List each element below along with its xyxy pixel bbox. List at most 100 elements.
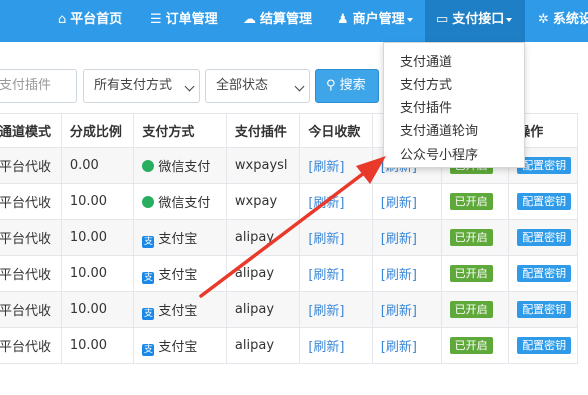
cell-ratio: 10.00 — [60, 291, 135, 328]
payment-method-select[interactable]: 所有支付方式 — [83, 69, 200, 103]
cell-today: [刷新] — [299, 255, 373, 292]
configure-key-button[interactable]: 配置密钥 — [517, 301, 572, 318]
cell-method: 支支付宝 — [133, 255, 227, 292]
cell-ratio: 10.00 — [60, 327, 135, 364]
refresh-link[interactable]: [刷新] — [381, 196, 417, 211]
cell-action: 配置密钥 — [508, 255, 578, 292]
cell-plugin: alipay — [225, 255, 301, 292]
nav-item-merchants[interactable]: ♟ 商户管理 — [337, 0, 413, 42]
cell-plugin: alipay — [225, 219, 301, 256]
status-toggle[interactable]: 已开启 — [449, 193, 493, 210]
configure-key-button[interactable]: 配置密钥 — [517, 229, 572, 246]
table-row: 平台代收 10.00 支支付宝 alipay [刷新] [刷新] 已开启 配置密… — [0, 291, 578, 328]
refresh-link[interactable]: [刷新] — [308, 160, 344, 175]
configure-key-button[interactable]: 配置密钥 — [517, 157, 572, 174]
status-toggle[interactable]: 已开启 — [449, 337, 493, 354]
cell-mode: 平台代收 — [0, 255, 62, 292]
configure-key-button[interactable]: 配置密钥 — [517, 337, 572, 354]
alipay-icon: 支 — [142, 235, 155, 248]
menu-item-payment-channel[interactable]: 支付通道 — [400, 51, 452, 70]
alipay-icon: 支 — [142, 307, 155, 320]
cell-yesterday: [刷新] — [371, 327, 442, 364]
chevron-down-icon — [406, 17, 413, 22]
menu-item-channel-polling[interactable]: 支付通道轮询 — [400, 120, 478, 139]
cell-action: 配置密钥 — [508, 291, 578, 328]
cell-action: 配置密钥 — [508, 219, 578, 256]
top-navbar: ⌂ 平台首页 ☰ 订单管理 ☁ 结算管理 ♟ 商户管理 ▭ 支付接口 ✲ 系统设 — [0, 0, 588, 42]
nav-item-orders[interactable]: ☰ 订单管理 — [150, 0, 218, 42]
status-toggle[interactable]: 已开启 — [449, 265, 493, 282]
cell-plugin: wxpay — [225, 183, 301, 220]
menu-item-mini-program[interactable]: 公众号小程序 — [400, 144, 478, 163]
search-button[interactable]: ⚲ 搜索 — [315, 69, 379, 103]
refresh-link[interactable]: [刷新] — [381, 340, 417, 355]
cell-plugin: alipay — [225, 327, 301, 364]
refresh-link[interactable]: [刷新] — [308, 232, 344, 247]
refresh-link[interactable]: [刷新] — [308, 304, 344, 319]
col-header-method: 支付方式 — [133, 113, 227, 148]
cell-method: 微信支付 — [133, 183, 227, 220]
chevron-down-icon — [506, 17, 513, 22]
card-icon: ▭ — [436, 12, 449, 27]
menu-item-payment-method[interactable]: 支付方式 — [400, 74, 452, 93]
cell-status: 已开启 — [440, 183, 510, 220]
col-header-today: 今日收款 — [299, 113, 373, 148]
cell-yesterday: [刷新] — [371, 255, 442, 292]
cell-status: 已开启 — [440, 291, 510, 328]
status-toggle[interactable]: 已开启 — [449, 229, 493, 246]
cell-mode: 平台代收 — [0, 327, 62, 364]
refresh-link[interactable]: [刷新] — [308, 196, 344, 211]
table-row: 平台代收 10.00 支支付宝 alipay [刷新] [刷新] 已开启 配置密… — [0, 219, 578, 256]
cell-method: 支支付宝 — [133, 327, 227, 364]
alipay-icon: 支 — [142, 271, 155, 284]
col-header-plugin: 支付插件 — [225, 113, 301, 148]
cell-ratio: 10.00 — [60, 255, 135, 292]
nav-item-home[interactable]: ⌂ 平台首页 — [58, 0, 122, 42]
table-row: 平台代收 10.00 支支付宝 alipay [刷新] [刷新] 已开启 配置密… — [0, 327, 578, 364]
alipay-icon: 支 — [142, 343, 155, 356]
plugin-search-input[interactable]: 支付插件 — [0, 69, 77, 103]
nav-item-system[interactable]: ✲ 系统设 — [538, 0, 588, 42]
configure-key-button[interactable]: 配置密钥 — [517, 193, 572, 210]
refresh-link[interactable]: [刷新] — [381, 304, 417, 319]
refresh-link[interactable]: [刷新] — [308, 268, 344, 283]
table-row: 平台代收 10.00 支支付宝 alipay [刷新] [刷新] 已开启 配置密… — [0, 255, 578, 292]
cell-ratio: 10.00 — [60, 219, 135, 256]
cell-method: 支支付宝 — [133, 219, 227, 256]
chevron-down-icon — [184, 81, 195, 92]
status-select[interactable]: 全部状态 — [205, 69, 310, 103]
gear-icon: ✲ — [538, 12, 549, 27]
cell-ratio: 0.00 — [60, 147, 135, 184]
refresh-link[interactable]: [刷新] — [381, 268, 417, 283]
configure-key-button[interactable]: 配置密钥 — [517, 265, 572, 282]
cell-yesterday: [刷新] — [371, 219, 442, 256]
cell-yesterday: [刷新] — [371, 183, 442, 220]
col-header-mode: 通道模式 — [0, 113, 62, 148]
refresh-link[interactable]: [刷新] — [308, 340, 344, 355]
cell-plugin: wxpaysl — [225, 147, 301, 184]
cell-status: 已开启 — [440, 255, 510, 292]
col-header-ratio: 分成比例 — [60, 113, 135, 148]
cell-action: 配置密钥 — [508, 183, 578, 220]
cell-method: 微信支付 — [133, 147, 227, 184]
cell-today: [刷新] — [299, 219, 373, 256]
cloud-icon: ☁ — [243, 12, 256, 27]
wechat-icon — [142, 160, 155, 172]
nav-item-payment-interface[interactable]: ▭ 支付接口 — [425, 0, 525, 42]
cell-mode: 平台代收 — [0, 183, 62, 220]
user-icon: ♟ — [337, 12, 349, 27]
cell-ratio: 10.00 — [60, 183, 135, 220]
cell-today: [刷新] — [299, 183, 373, 220]
payment-interface-dropdown: 支付通道 支付方式 支付插件 支付通道轮询 公众号小程序 — [383, 42, 525, 168]
nav-item-settlement[interactable]: ☁ 结算管理 — [243, 0, 312, 42]
table-row: 平台代收 10.00 微信支付 wxpay [刷新] [刷新] 已开启 配置密钥 — [0, 183, 578, 220]
status-toggle[interactable]: 已开启 — [449, 301, 493, 318]
search-icon: ⚲ — [326, 78, 336, 93]
cell-yesterday: [刷新] — [371, 291, 442, 328]
cell-mode: 平台代收 — [0, 219, 62, 256]
cell-today: [刷新] — [299, 147, 373, 184]
cell-mode: 平台代收 — [0, 291, 62, 328]
menu-item-payment-plugin[interactable]: 支付插件 — [400, 97, 452, 116]
cell-mode: 平台代收 — [0, 147, 62, 184]
refresh-link[interactable]: [刷新] — [381, 232, 417, 247]
